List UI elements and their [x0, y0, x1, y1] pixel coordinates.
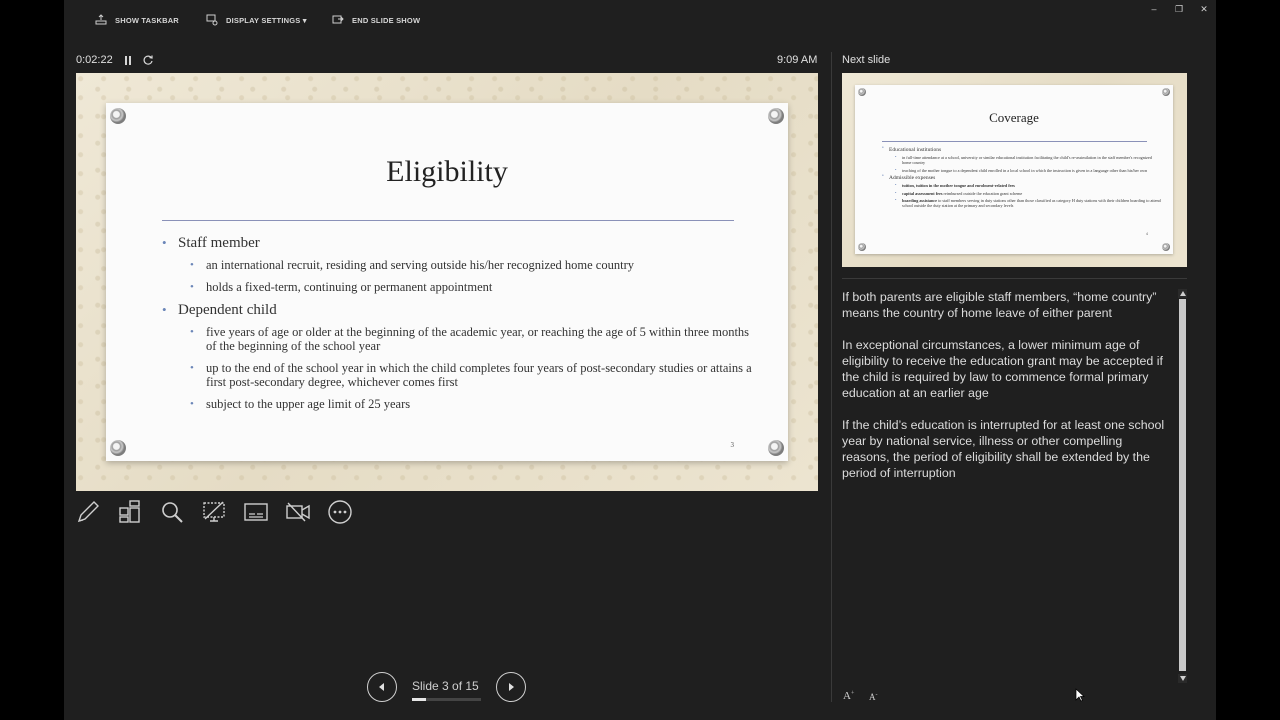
slide-number: 3	[730, 441, 735, 449]
chevron-right-icon	[509, 683, 514, 691]
top-toolbar: SHOW TASKBAR DISPLAY SETTINGS ▾ END SLID…	[64, 0, 1216, 40]
next-slide-button[interactable]	[496, 672, 526, 702]
elapsed-timer: 0:02:22	[76, 54, 113, 66]
pin-icon	[858, 243, 866, 251]
panel-divider[interactable]	[831, 52, 832, 702]
pause-icon[interactable]	[123, 55, 133, 66]
next-slide-body: Educational institutions in full-time at…	[882, 146, 1162, 211]
scroll-up-button[interactable]	[1178, 289, 1187, 298]
pen-tool-button[interactable]	[74, 498, 102, 526]
bullet-level-2: subject to the upper age limit of 25 yea…	[162, 397, 752, 411]
bullet-level-2: tuition, tuition in the mother tongue an…	[882, 182, 1162, 188]
slide-progress-bar	[412, 698, 481, 701]
current-time: 9:09 AM	[777, 54, 818, 66]
current-slide[interactable]: Eligibility Staff member an internationa…	[76, 73, 818, 491]
minimize-button[interactable]: –	[1143, 2, 1165, 16]
end-show-icon	[332, 15, 344, 24]
display-settings-button[interactable]: DISPLAY SETTINGS ▾	[206, 12, 307, 28]
next-slide-title: Coverage	[989, 110, 1039, 125]
bullet-level-2: up to the end of the school year in whic…	[162, 361, 752, 389]
bullet-level-2: five years of age or older at the beginn…	[162, 325, 752, 353]
slide-paper: Eligibility Staff member an internationa…	[106, 103, 788, 461]
bullet-level-1: Dependent child	[162, 302, 752, 319]
next-slide-preview[interactable]: Coverage Educational institutions in ful…	[842, 73, 1187, 267]
show-taskbar-button[interactable]: SHOW TASKBAR	[95, 12, 179, 28]
notes-divider	[842, 278, 1187, 279]
slide-body: Staff member an international recruit, r…	[162, 231, 752, 419]
restart-timer-icon[interactable]	[142, 54, 154, 66]
end-slide-show-button[interactable]: END SLIDE SHOW	[332, 12, 420, 28]
decrease-font-button[interactable]: A-	[869, 692, 878, 702]
bullet-level-2: teaching of the mother tongue to a depen…	[882, 167, 1162, 173]
bullet-level-2: in full-time attendance at a school, uni…	[882, 154, 1162, 165]
previous-slide-button[interactable]	[367, 672, 397, 702]
scroll-thumb[interactable]	[1179, 299, 1186, 671]
more-options-button[interactable]	[326, 498, 354, 526]
black-screen-button[interactable]	[200, 498, 228, 526]
title-divider	[162, 220, 734, 221]
end-slide-show-label: END SLIDE SHOW	[352, 15, 421, 25]
search-icon	[162, 502, 183, 523]
close-button[interactable]: ✕	[1193, 2, 1215, 16]
bullet-level-1: Educational institutions	[882, 146, 1162, 153]
speaker-notes[interactable]: If both parents are eligible staff membe…	[842, 289, 1172, 497]
bullet-level-2: holds a fixed-term, continuing or perman…	[162, 280, 752, 294]
more-icon	[328, 500, 352, 524]
restore-button[interactable]: ❐	[1168, 2, 1190, 16]
next-slide-number: 4	[1146, 232, 1148, 236]
note-paragraph: In exceptional circumstances, a lower mi…	[842, 338, 1163, 400]
increase-font-button[interactable]: A+	[843, 690, 854, 702]
subtitles-icon	[244, 503, 268, 521]
minimize-icon: –	[1151, 4, 1157, 14]
note-paragraph: If the child’s education is interrupted …	[842, 418, 1165, 480]
scroll-down-button[interactable]	[1178, 674, 1187, 683]
pin-icon	[110, 440, 126, 456]
taskbar-icon	[95, 14, 107, 25]
slide-title: Eligibility	[386, 155, 508, 188]
presenter-view: SHOW TASKBAR DISPLAY SETTINGS ▾ END SLID…	[64, 0, 1216, 720]
see-all-slides-button[interactable]	[116, 498, 144, 526]
bullet-level-2: boarding assistance to staff members ser…	[882, 197, 1162, 208]
restore-icon: ❐	[1174, 3, 1184, 14]
pin-icon	[1162, 88, 1170, 96]
monitor-slash-icon	[203, 501, 225, 522]
pin-icon	[110, 108, 126, 124]
close-icon: ✕	[1200, 3, 1208, 14]
arrow-up-icon	[1179, 291, 1186, 296]
pin-icon	[1162, 243, 1170, 251]
pin-icon	[768, 108, 784, 124]
chevron-left-icon	[379, 683, 384, 691]
pin-icon	[768, 440, 784, 456]
note-paragraph: If both parents are eligible staff membe…	[842, 290, 1157, 320]
bullet-level-1: Admissible expenses	[882, 174, 1162, 181]
bullet-level-2: capital assessment fees reimbursed outsi…	[882, 190, 1162, 196]
grid-icon	[119, 500, 140, 523]
arrow-down-icon	[1179, 676, 1186, 681]
display-settings-icon	[206, 14, 218, 26]
zoom-button[interactable]	[158, 498, 186, 526]
next-slide-label: Next slide	[842, 54, 891, 66]
next-title-divider	[882, 141, 1147, 142]
bullet-level-1: Staff member	[162, 235, 752, 252]
display-settings-label: DISPLAY SETTINGS ▾	[226, 15, 307, 25]
bullet-level-2: an international recruit, residing and s…	[162, 258, 752, 272]
subtitles-button[interactable]	[242, 498, 270, 526]
slide-counter[interactable]: Slide 3 of 15	[412, 679, 479, 693]
camera-toggle-button[interactable]	[284, 498, 312, 526]
notes-scrollbar[interactable]	[1178, 289, 1187, 683]
pen-icon	[77, 501, 99, 523]
progress-fill	[412, 698, 426, 701]
next-slide-paper: Coverage Educational institutions in ful…	[855, 85, 1173, 254]
pin-icon	[858, 88, 866, 96]
mouse-cursor-icon	[1075, 688, 1085, 702]
camera-off-icon	[286, 502, 310, 522]
show-taskbar-label: SHOW TASKBAR	[115, 15, 179, 25]
